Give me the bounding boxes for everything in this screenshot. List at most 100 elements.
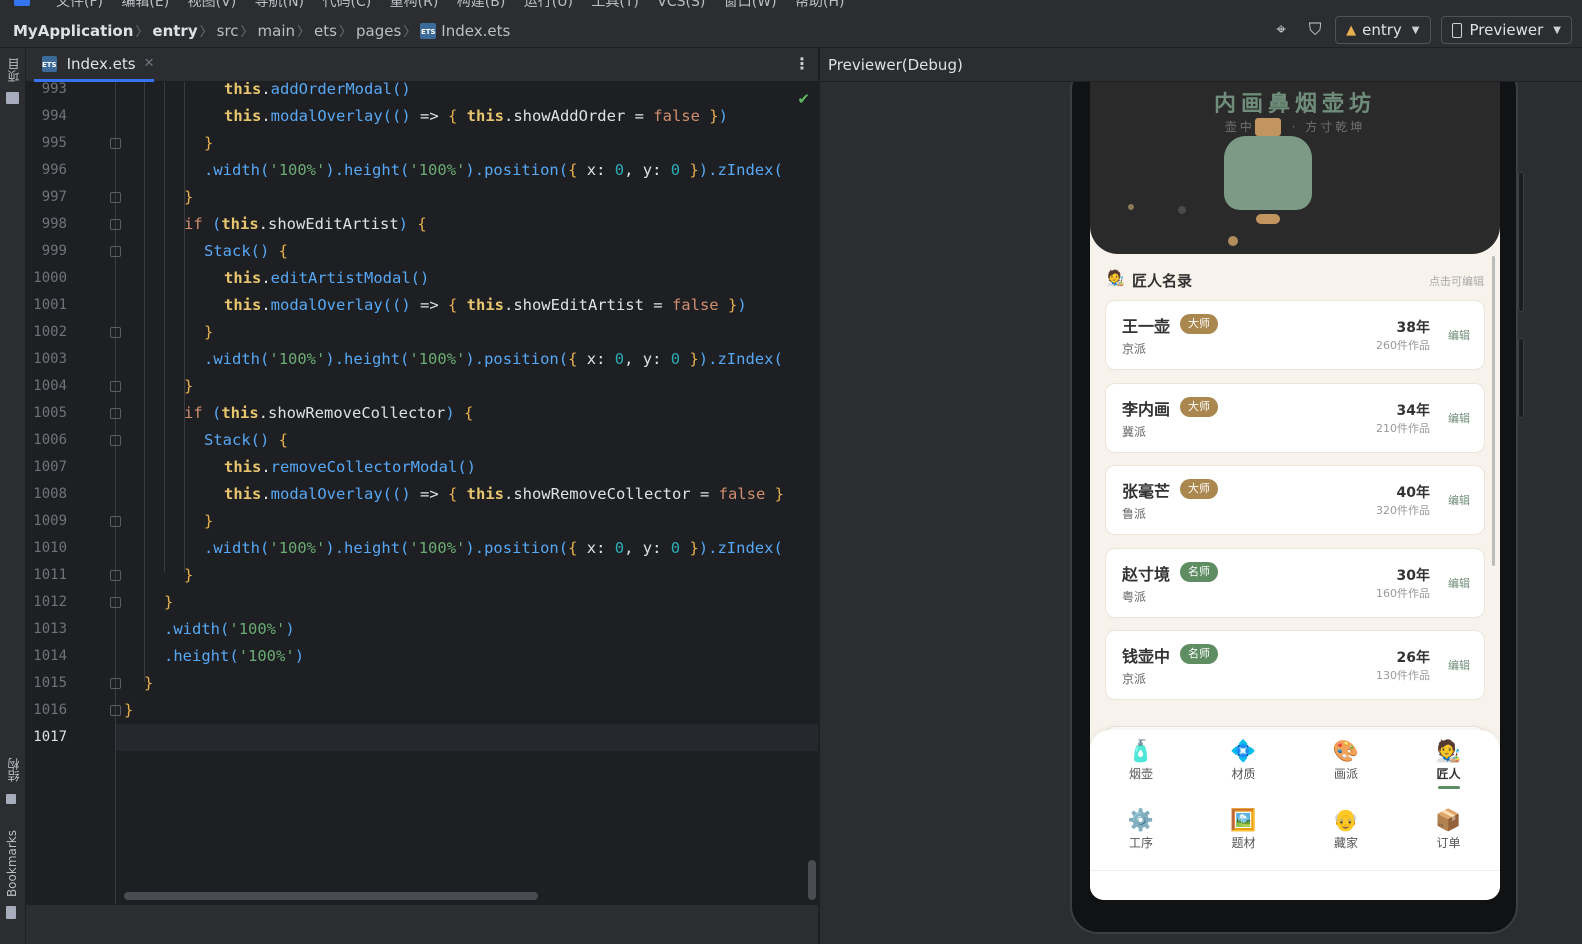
artist-card[interactable]: 李内画 大师 冀派 34年 210件作品 编辑 bbox=[1105, 382, 1485, 453]
artist-card[interactable]: 王一壶 大师 京派 38年 260件作品 编辑 bbox=[1105, 300, 1485, 370]
artist-card[interactable]: 赵寸境 名师 粤派 30年 160件作品 编辑 bbox=[1105, 547, 1485, 618]
code-line[interactable]: } bbox=[116, 319, 818, 346]
breadcrumb-project[interactable]: MyApplication bbox=[13, 22, 133, 40]
device-manager-icon[interactable]: ⛉ bbox=[1301, 16, 1329, 44]
menu-item[interactable]: 运行(U) bbox=[524, 0, 592, 10]
folder-icon[interactable] bbox=[6, 92, 19, 104]
menu-item[interactable]: 视图(V) bbox=[188, 0, 255, 10]
code-token: { bbox=[568, 350, 587, 368]
code-line[interactable]: if (this.showRemoveCollector) { bbox=[116, 400, 818, 427]
tab-index-ets[interactable]: ETS Index.ets ✕ bbox=[34, 48, 155, 82]
tab-label: 题材 bbox=[1231, 836, 1256, 850]
horizontal-scrollbar[interactable] bbox=[124, 892, 538, 900]
tab-1[interactable]: 🧴 烟壶 bbox=[1090, 738, 1192, 782]
artist-name: 钱壶中 bbox=[1122, 647, 1171, 666]
code-line[interactable]: } bbox=[116, 130, 818, 157]
close-icon[interactable]: ✕ bbox=[144, 56, 155, 71]
code-editor[interactable]: 993 994 995 996 997 998 999 1000 1001 1002 1003 100… bbox=[26, 82, 818, 904]
section-header: 🧑‍🎨 匠人名录 点击可编辑 bbox=[1106, 268, 1484, 290]
tab-6[interactable]: 🖼️ 题材 bbox=[1193, 807, 1295, 851]
structure-icon[interactable] bbox=[6, 794, 16, 804]
tab-5[interactable]: ⚙️ 工序 bbox=[1090, 807, 1192, 851]
tab-icon: 🧑‍🎨 bbox=[1435, 739, 1462, 763]
phone-screen[interactable]: 内画鼻烟壶坊 壶中日月 · 方寸乾坤 🧑‍🎨 匠人名录 点击可编辑 王一壶 大师京… bbox=[1090, 82, 1500, 900]
run-config-dropdown[interactable]: ▲ entry ▼ bbox=[1335, 16, 1431, 44]
vertical-scrollbar[interactable] bbox=[808, 860, 816, 900]
edit-button[interactable]: 编辑 bbox=[1448, 410, 1470, 426]
code-line[interactable]: this.modalOverlay(() => { this.showAddOr… bbox=[116, 103, 818, 130]
code-line[interactable]: } bbox=[116, 670, 818, 697]
device-dropdown[interactable]: Previewer ▼ bbox=[1440, 16, 1572, 44]
code-line[interactable]: this.editArtistModal() bbox=[116, 265, 818, 292]
artist-name: 张毫芒 bbox=[1122, 482, 1171, 501]
breadcrumb-module[interactable]: entry bbox=[152, 22, 197, 40]
target-icon[interactable]: ⌖ bbox=[1267, 16, 1295, 44]
code-line[interactable]: } bbox=[116, 373, 818, 400]
tab-4[interactable]: 🧑‍🎨 匠人 bbox=[1398, 738, 1500, 789]
code-line[interactable]: this.modalOverlay(() => { this.showRemov… bbox=[116, 481, 818, 508]
code-token: 0 bbox=[670, 161, 681, 179]
menu-item[interactable]: VCS(S) bbox=[657, 0, 724, 10]
code-line[interactable]: } bbox=[116, 562, 818, 589]
code-line[interactable]: this.removeCollectorModal() bbox=[116, 454, 818, 481]
line-number: 995 bbox=[41, 135, 67, 151]
menu-item[interactable]: 编辑(E) bbox=[121, 0, 187, 10]
tab-3[interactable]: 🎨 画派 bbox=[1295, 738, 1397, 782]
edit-button[interactable]: 编辑 bbox=[1448, 657, 1470, 673]
breadcrumb-folder-ets[interactable]: ets bbox=[314, 22, 337, 40]
code-line[interactable]: this.addOrderModal() bbox=[116, 82, 818, 103]
checkmark-icon: ✔ bbox=[797, 90, 810, 108]
breadcrumb-folder-src[interactable]: src bbox=[217, 22, 239, 40]
breadcrumb: MyApplication 〉 entry 〉 src 〉 main 〉 ets 〉 pa… bbox=[13, 21, 510, 41]
menu-item[interactable]: 构建(B) bbox=[457, 0, 524, 10]
code-area[interactable]: this.addOrderModal() this.modalOverlay(()… bbox=[116, 82, 818, 904]
breadcrumb-folder-pages[interactable]: pages bbox=[356, 22, 401, 40]
artist-years: 34年 bbox=[1396, 402, 1430, 419]
bookmark-icon[interactable] bbox=[6, 906, 16, 919]
code-token: . bbox=[204, 161, 214, 179]
code-line[interactable]: this.modalOverlay(() => { this.showEditA… bbox=[116, 292, 818, 319]
edit-button[interactable]: 编辑 bbox=[1448, 575, 1470, 591]
code-line[interactable]: } bbox=[116, 697, 818, 724]
tab-2[interactable]: 💠 材质 bbox=[1193, 738, 1295, 782]
menu-item[interactable]: 代码(C) bbox=[322, 0, 389, 10]
project-tool-button[interactable]: 项目 bbox=[5, 58, 22, 82]
menu-item[interactable]: 窗口(W) bbox=[724, 0, 795, 10]
menu-item[interactable]: 重构(R) bbox=[390, 0, 457, 10]
edit-button[interactable]: 编辑 bbox=[1448, 327, 1470, 343]
code-line[interactable] bbox=[116, 724, 818, 751]
breadcrumb-file[interactable]: Index.ets bbox=[441, 22, 510, 40]
code-token: this bbox=[224, 458, 262, 476]
code-line[interactable]: } bbox=[116, 589, 818, 616]
code-token: ( bbox=[400, 161, 410, 179]
code-token: ) bbox=[698, 350, 709, 368]
phone-frame: 内画鼻烟壶坊 壶中日月 · 方寸乾坤 🧑‍🎨 匠人名录 点击可编辑 王一壶 大师京… bbox=[1070, 82, 1518, 934]
code-line[interactable]: .width('100%') bbox=[116, 616, 818, 643]
code-line[interactable]: .width('100%').height('100%').position({… bbox=[116, 346, 818, 373]
artist-card[interactable]: 张毫芒 大师 鲁派 40年 320件作品 编辑 bbox=[1105, 465, 1485, 535]
code-line[interactable]: .height('100%') bbox=[116, 643, 818, 670]
code-line[interactable]: Stack() { bbox=[116, 238, 818, 265]
more-options-icon[interactable]: ⋮ bbox=[794, 54, 810, 73]
menu-item[interactable]: 导航(N) bbox=[255, 0, 323, 10]
edit-button[interactable]: 编辑 bbox=[1448, 492, 1470, 508]
menu-item[interactable]: 帮助(H) bbox=[795, 0, 844, 10]
bookmarks-tool-button[interactable]: Bookmarks bbox=[5, 830, 19, 897]
breadcrumb-folder-main[interactable]: main bbox=[258, 22, 295, 40]
structure-tool-button[interactable]: 结构 bbox=[5, 758, 22, 782]
code-token: this bbox=[221, 404, 259, 422]
menu-items[interactable]: 文件(F) 编辑(E) 视图(V) 导航(N) 代码(C) 重构(R) 构建(B… bbox=[56, 0, 844, 11]
tab-7[interactable]: 👴 藏家 bbox=[1295, 807, 1397, 851]
code-line[interactable]: .width('100%').height('100%').position({… bbox=[116, 157, 818, 184]
artist-card[interactable]: 钱壶中 名师 京派 26年 130件作品 编辑 bbox=[1105, 630, 1485, 700]
tab-8[interactable]: 📦 订单 bbox=[1398, 807, 1500, 851]
code-line[interactable]: .width('100%').height('100%').position({… bbox=[116, 535, 818, 562]
code-line[interactable]: if (this.showEditArtist) { bbox=[116, 211, 818, 238]
code-line[interactable]: } bbox=[116, 508, 818, 535]
menu-item[interactable]: 文件(F) bbox=[56, 0, 121, 10]
code-line[interactable]: } bbox=[116, 184, 818, 211]
decor-dot bbox=[1228, 236, 1238, 246]
scroll-indicator bbox=[1492, 256, 1495, 566]
code-line[interactable]: Stack() { bbox=[116, 427, 818, 454]
menu-item[interactable]: 工具(T) bbox=[591, 0, 657, 10]
